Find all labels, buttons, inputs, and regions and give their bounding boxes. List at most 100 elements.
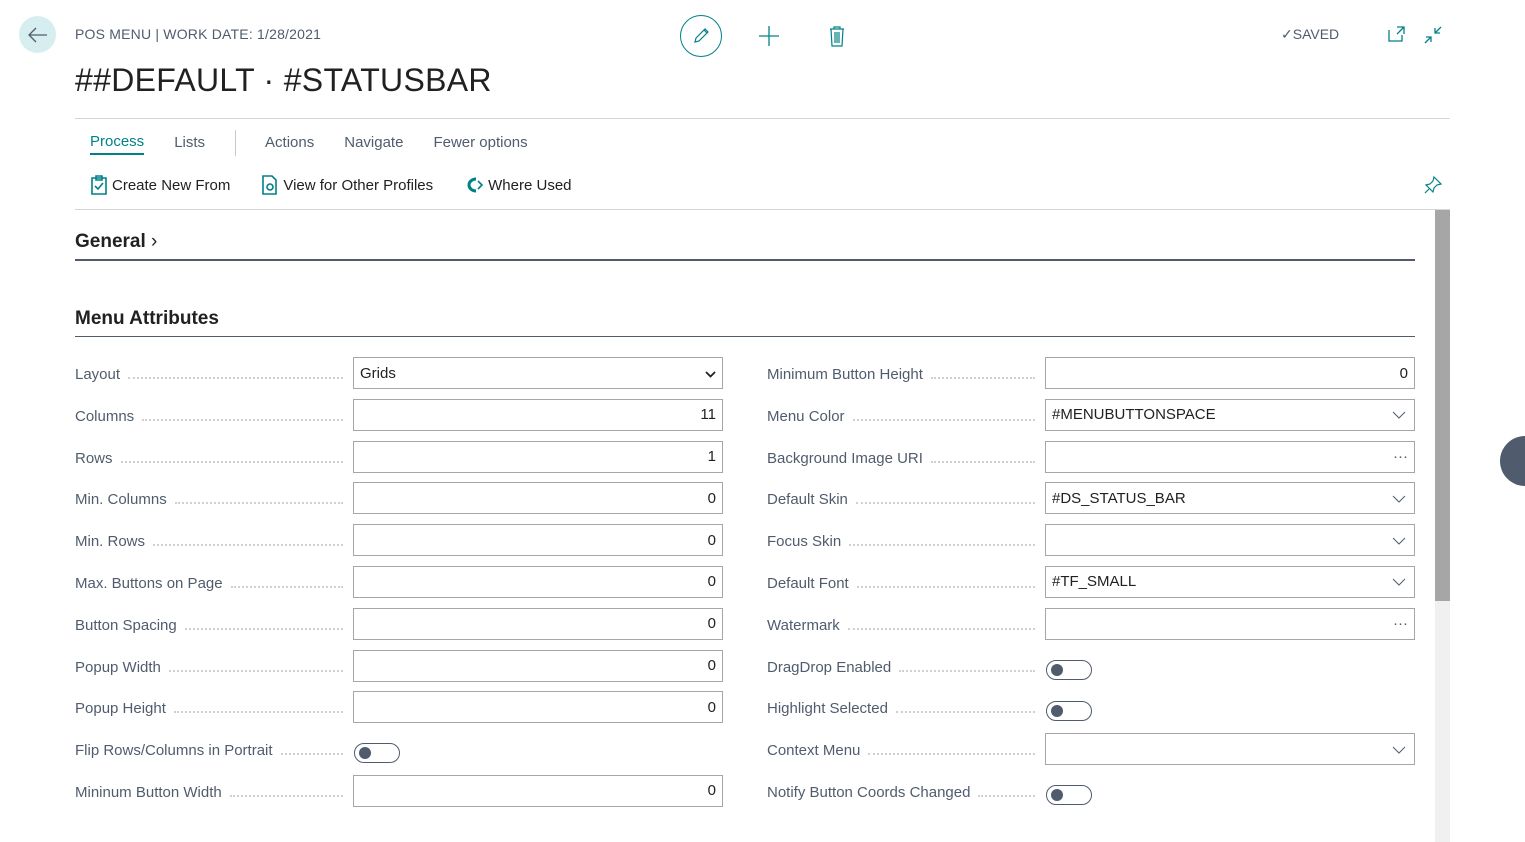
field-row: Mininum Button Width 0 [75,774,723,817]
min-columns-field[interactable]: 0 [353,482,723,515]
clipboard-check-icon [91,175,107,195]
dragdrop-enabled-toggle[interactable] [1046,659,1092,680]
tab-navigate[interactable]: Navigate [344,132,403,154]
columns-field[interactable]: 11 [353,398,723,431]
flip-rows-columns-in-portrait-toggle[interactable] [354,743,400,764]
arrow-left-icon [27,27,47,42]
tab-separator [235,130,237,156]
edit-button[interactable] [680,15,722,57]
leader-dots [852,408,1035,421]
rows-field[interactable]: 1 [353,440,723,473]
field-row: Popup Height 0 [75,691,723,733]
highlight-selected-toggle[interactable] [1046,701,1092,722]
leader-dots [142,408,343,421]
context-menu-field[interactable] [1045,733,1415,766]
field-row: Default Skin #DS_STATUS_BAR [767,482,1415,524]
field-value: 0 [707,782,716,800]
section-general[interactable]: General › [75,231,157,253]
field-value: 0 [707,573,716,591]
field-row: Default Font #TF_SMALL [767,565,1415,608]
focus-skin-field[interactable] [1045,524,1415,557]
notify-button-coords-changed-toggle[interactable] [1046,784,1092,805]
min-rows-field[interactable]: 0 [353,524,723,557]
leader-dots [855,491,1035,505]
button-spacing-field[interactable]: 0 [353,607,723,640]
left-field-column: Layout Grids Columns 11 Rows 1 Min. Columns 0 Mi… [75,357,723,817]
tab-fewer-options[interactable]: Fewer options [433,132,527,154]
field-label-text: Default Skin [767,491,848,509]
field-label-text: Popup Width [75,658,161,676]
ellipsis-icon: ··· [1393,615,1408,633]
default-skin-field[interactable]: #DS_STATUS_BAR [1045,482,1415,515]
chevron-right-icon: › [151,231,158,252]
collapse-icon [1424,26,1442,44]
tab-lists[interactable]: Lists [174,132,205,154]
view-for-other-profiles-button[interactable]: View for Other Profiles [261,175,433,195]
field-label-text: Minimum Button Height [767,366,923,383]
field-label: Default Skin [767,482,1035,508]
unpin-button[interactable] [1424,175,1443,199]
field-value: 1 [707,448,716,466]
leader-dots [868,742,1035,756]
action-tabs: Process Lists Actions Navigate Fewer opt… [75,130,558,156]
leader-dots [230,575,343,588]
field-label: Focus Skin [767,524,1035,550]
field-label: Min. Columns [75,482,343,508]
default-font-field[interactable]: #TF_SMALL [1045,565,1415,598]
field-label: Max. Buttons on Page [75,566,343,592]
scrollbar-thumb[interactable] [1435,210,1450,601]
where-used-button[interactable]: Where Used [464,175,572,195]
chevron-down-icon [1392,573,1406,590]
max-buttons-on-page-field[interactable]: 0 [353,565,723,598]
field-label-text: Min. Rows [75,533,146,551]
field-label-text: Default Font [767,574,849,592]
popup-width-field[interactable]: 0 [353,649,723,682]
chevron-down-icon [1392,532,1406,549]
field-row: Watermark ··· [767,607,1415,650]
menu-color-field[interactable]: #MENUBUTTONSPACE [1045,398,1415,431]
field-value: 0 [1399,364,1408,382]
section-menu-attributes[interactable]: Menu Attributes [75,308,219,330]
field-label: Watermark [767,608,1035,634]
field-label-text: DragDrop Enabled [767,658,892,676]
field-value: #MENUBUTTONSPACE [1052,406,1216,424]
mininum-button-width-field[interactable]: 0 [353,774,723,807]
popup-height-field[interactable]: 0 [353,691,723,724]
minimum-button-height-field[interactable]: 0 [1045,357,1415,389]
field-label: Popup Height [75,691,343,717]
background-image-uri-field[interactable]: ··· [1045,440,1415,473]
tab-actions[interactable]: Actions [265,132,314,154]
delete-button[interactable] [828,25,846,52]
new-button[interactable] [758,25,780,52]
collapse-button[interactable] [1424,26,1442,49]
breadcrumb: POS MENU | WORK DATE: 1/28/2021 [75,26,322,42]
section-divider [75,259,1415,261]
layout-field[interactable]: Grids [353,357,723,389]
field-label-text: Mininum Button Width [75,783,222,801]
saved-status: ✓SAVED [1281,26,1340,42]
watermark-field[interactable]: ··· [1045,607,1415,640]
leader-dots [229,784,343,797]
factbox-toggle-button[interactable] [1500,436,1525,486]
open-new-window-button[interactable] [1388,26,1406,47]
create-new-from-button[interactable]: Create New From [90,175,230,195]
leader-dots [174,491,343,505]
ellipsis-icon: ··· [1393,448,1408,466]
field-label-text: Notify Button Coords Changed [767,783,971,801]
pencil-icon [694,28,709,43]
check-icon: ✓ [1281,26,1293,42]
chevron-down-icon [705,365,716,382]
field-label-text: Popup Height [75,700,166,718]
leader-dots [930,450,1035,463]
field-row: Minimum Button Height 0 [767,357,1415,399]
field-label: Rows [75,441,343,467]
field-label-text: Max. Buttons on Page [75,574,223,592]
field-label: Default Font [767,566,1035,592]
leader-dots [930,366,1035,379]
leader-dots [184,617,343,630]
field-row: Columns 11 [75,398,723,441]
field-label: Mininum Button Width [75,775,343,801]
tab-process[interactable]: Process [90,131,145,155]
field-label: Min. Rows [75,524,343,550]
back-button[interactable] [19,16,56,53]
